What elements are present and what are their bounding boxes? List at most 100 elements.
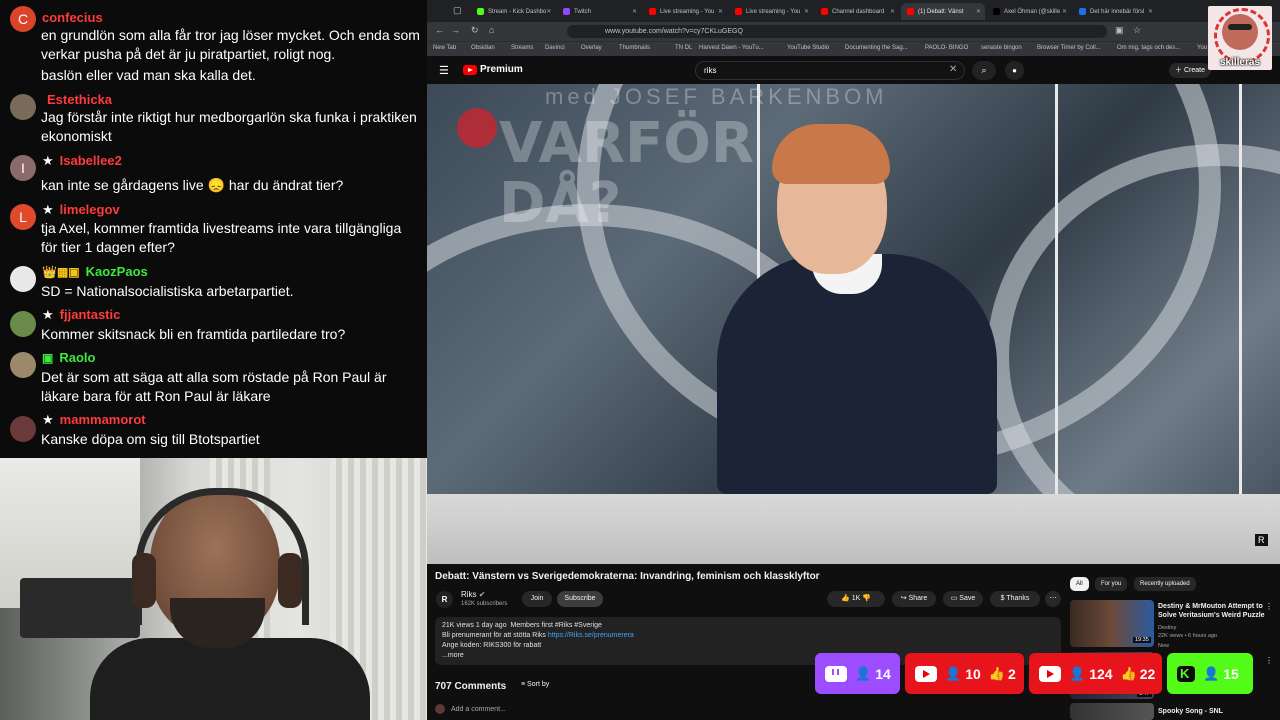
save-button[interactable]: ▭ Save	[943, 591, 983, 607]
youtube-icon	[915, 665, 937, 682]
back-icon[interactable]: ←	[435, 25, 444, 35]
bookmark[interactable]: You	[1197, 45, 1207, 51]
youtube-icon	[735, 8, 742, 15]
bookmark[interactable]: senaste bingon	[981, 45, 1022, 51]
address-bar[interactable]: www.youtube.com/watch?v=cy7CKLuGEGQ	[567, 25, 1107, 38]
bookmark[interactable]: YouTube Studio	[787, 45, 829, 51]
chat-message: C confecius en grundlön som alla får tro…	[0, 4, 427, 64]
chat-message: ▣ Raolo Det är som att säga att alla som …	[0, 350, 427, 410]
search-input[interactable]: riks	[695, 61, 965, 80]
recommended-meta: 22K views • 6 hours ago	[1158, 633, 1218, 639]
browser-tab[interactable]: Axel Öhman (@skille ✕	[987, 3, 1071, 20]
browser-tab[interactable]: Det här innebär försl ✕	[1073, 3, 1157, 20]
bookmark-star-icon[interactable]: ☆	[1133, 25, 1141, 36]
browser-tab[interactable]: Live streaming - You ✕	[729, 3, 813, 20]
viewer-icon: 👤	[1069, 665, 1086, 681]
close-icon[interactable]: ✕	[1062, 8, 1067, 15]
bookmark[interactable]: Browser Timer by Coll...	[1037, 45, 1101, 51]
search-icon[interactable]: ⌕	[972, 61, 996, 80]
headphone-ear	[132, 553, 156, 608]
recommended-thumbnail[interactable]	[1070, 703, 1154, 720]
join-button[interactable]: Join	[522, 591, 552, 607]
subscribe-button[interactable]: Subscribe	[557, 591, 603, 607]
chat-avatar	[10, 416, 36, 442]
video-person-hair	[772, 124, 890, 184]
close-icon[interactable]: ✕	[976, 8, 981, 15]
browser-tab[interactable]: Live streaming - You ✕	[643, 3, 727, 20]
tab-strip: ▢ Stream - Kick Dashbo ✕ Twitch ✕ Live str…	[427, 0, 1280, 22]
youtube-icon	[821, 8, 828, 15]
thumbs-up-icon: 👍	[988, 665, 1005, 681]
more-options-icon[interactable]: ⋮	[1265, 656, 1273, 665]
chip-all[interactable]: All	[1070, 577, 1089, 591]
thanks-button[interactable]: $ Thanks	[990, 591, 1040, 607]
chat-username: ★ Isabellee2	[42, 153, 122, 168]
comments-count: 707 Comments	[435, 681, 507, 692]
star-icon: ★	[42, 412, 54, 427]
extensions-icon[interactable]: ▣	[1115, 25, 1124, 36]
logo-sunglasses	[1228, 24, 1252, 30]
viewer-count: 15	[1223, 665, 1239, 682]
bookmark[interactable]: Om mig, tags och des...	[1117, 45, 1180, 51]
twitch-icon	[563, 8, 570, 15]
thumbs-up-icon[interactable]: 👍	[841, 595, 850, 602]
webcam-furniture	[20, 578, 140, 638]
star-icon: ★	[42, 153, 54, 168]
chat-username: Estethicka	[47, 92, 113, 107]
recommended-title[interactable]: Destiny & MrMouton Attempt to Solve Veri…	[1158, 602, 1268, 620]
bookmark[interactable]: Thumbnails	[619, 45, 650, 51]
share-button[interactable]: ↪ Share	[892, 591, 936, 607]
thumbs-down-icon[interactable]: 👎	[862, 595, 871, 602]
menu-icon[interactable]: ☰	[439, 64, 449, 77]
add-comment-input[interactable]: Add a comment...	[435, 704, 1061, 714]
star-icon: ★	[42, 202, 54, 217]
microphone-icon[interactable]: ●	[1005, 61, 1024, 80]
close-icon[interactable]: ✕	[1148, 8, 1153, 15]
bookmark[interactable]: Overlay	[581, 45, 602, 51]
webcam-person-body	[90, 638, 370, 720]
bookmark[interactable]: PAOLO- BINGO	[925, 45, 968, 51]
youtube-logo-icon[interactable]	[463, 65, 477, 75]
chip-for-you[interactable]: For you	[1095, 577, 1128, 591]
close-icon[interactable]: ✕	[632, 8, 637, 15]
subscription-link[interactable]: https://Riks.se/prenumerera	[548, 632, 634, 639]
sort-by-button[interactable]: ≡ Sort by	[521, 681, 549, 688]
channel-avatar[interactable]: R	[436, 591, 453, 608]
close-icon[interactable]: ✕	[718, 8, 723, 15]
chat-text: Kanske döpa om sig till Btotspartiet	[41, 431, 260, 447]
recommended-channel[interactable]: Destiny	[1158, 624, 1268, 632]
recommended-title[interactable]: Spooky Song - SNL	[1158, 707, 1268, 716]
close-icon[interactable]: ✕	[804, 8, 809, 15]
bookmark[interactable]: TN DL	[675, 45, 692, 51]
bookmark[interactable]: Streams	[511, 45, 533, 51]
bookmark[interactable]: Documenting the Sag...	[845, 45, 908, 51]
more-options-icon[interactable]: ⋮	[1265, 602, 1273, 611]
bookmark[interactable]: Obsidian	[471, 45, 495, 51]
close-icon[interactable]: ✕	[546, 8, 551, 15]
bookmark[interactable]: Davinci	[545, 45, 565, 51]
browser-tab[interactable]: Stream - Kick Dashbo ✕	[471, 3, 555, 20]
bookmarks-bar: New Tab Obsidian Streams Davinci Overlay…	[427, 41, 1280, 57]
more-options-icon[interactable]: ⋯	[1045, 591, 1061, 607]
chip-recently-uploaded[interactable]: Recently uploaded	[1134, 577, 1196, 591]
bookmark[interactable]: New Tab	[433, 45, 456, 51]
browser-tab[interactable]: Channel dashboard ✕	[815, 3, 899, 20]
home-icon[interactable]: ⌂	[489, 25, 494, 35]
kick-icon	[477, 8, 484, 15]
channel-name[interactable]: Riks ✔	[461, 590, 486, 599]
video-player[interactable]: med JOSEF BARKENBOM VARFÖR DÅ? R	[427, 84, 1280, 564]
clear-search-icon[interactable]: ✕	[949, 64, 957, 75]
create-button[interactable]: ＋ Create	[1169, 63, 1211, 78]
browser-tab[interactable]: Twitch ✕	[557, 3, 641, 20]
youtube-premium-label[interactable]: Premium	[480, 64, 523, 75]
bookmark[interactable]: Harvest Dawn - YouTu...	[699, 45, 764, 51]
browser-tab-active[interactable]: (1) Debatt: Vänst ✕	[901, 3, 985, 20]
youtube-stats-badge: 👤 124 👍 22	[1029, 653, 1162, 694]
close-icon[interactable]: ✕	[890, 8, 895, 15]
forward-icon[interactable]: →	[451, 25, 460, 35]
like-dislike-group[interactable]: 👍 1K 👎	[827, 591, 885, 607]
chat-message: I ★ Isabellee2 kan inte se gårdagens live…	[0, 153, 427, 198]
tab-search-icon[interactable]: ▢	[453, 5, 462, 16]
reload-icon[interactable]: ↻	[471, 25, 479, 36]
webcam-feed	[0, 458, 427, 720]
